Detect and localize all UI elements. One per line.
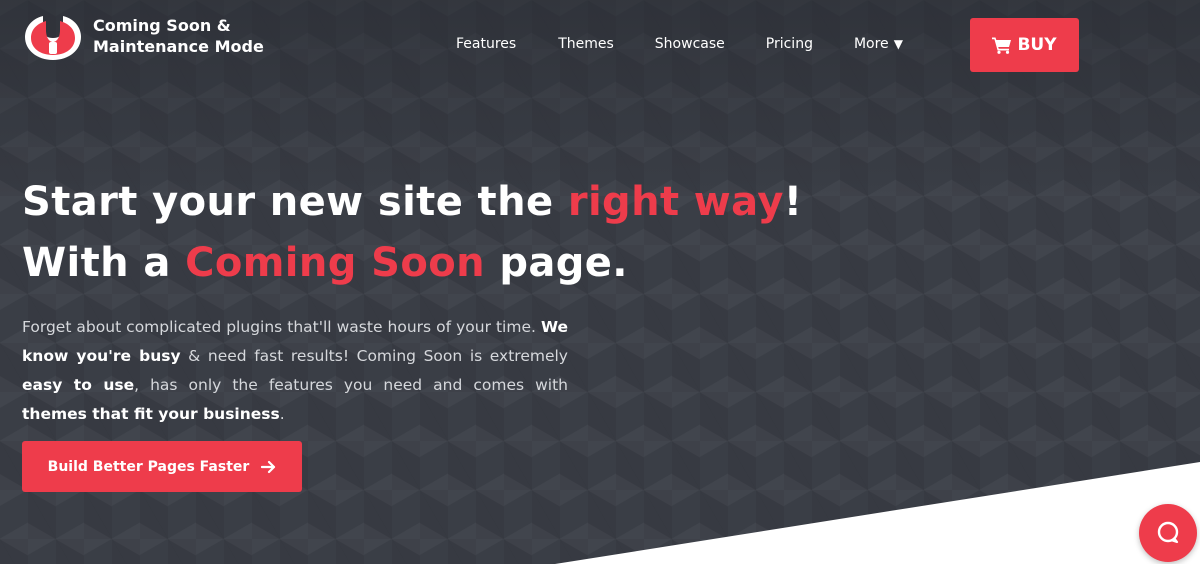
intro-text-3: , has only the features you need and com… xyxy=(134,376,568,394)
intro-text-2: & need fast results! Coming Soon is extr… xyxy=(180,347,568,365)
nav-more-dropdown[interactable]: More ▼ xyxy=(854,34,903,54)
main-nav: Features Themes Showcase Pricing More ▼ xyxy=(456,34,903,54)
headline-line1-end: ! xyxy=(783,179,803,225)
headline-line1: Start your new site the right way! xyxy=(22,179,802,225)
brand-name-line1: Coming Soon & xyxy=(93,16,231,35)
wrench-shield-logo-icon xyxy=(25,16,81,60)
nav-features[interactable]: Features xyxy=(456,34,516,54)
build-better-pages-button[interactable]: Build Better Pages Faster xyxy=(22,441,302,492)
headline-line2: With a Coming Soon page. xyxy=(22,240,628,286)
headline-accent-right-way: right way xyxy=(567,179,784,225)
nav-showcase[interactable]: Showcase xyxy=(655,34,725,54)
nav-themes[interactable]: Themes xyxy=(558,34,614,54)
chat-widget-button[interactable] xyxy=(1139,504,1197,562)
headline-accent-coming-soon: Coming Soon xyxy=(185,240,485,286)
nav-pricing[interactable]: Pricing xyxy=(766,34,813,54)
intro-text-4: . xyxy=(279,405,285,423)
headline-line2-text: With a xyxy=(22,240,186,286)
hero-intro-paragraph: Forget about complicated plugins that'll… xyxy=(22,313,568,429)
chat-bubble-icon xyxy=(1157,521,1179,544)
buy-button[interactable]: BUY xyxy=(970,18,1079,72)
brand-logo-link[interactable]: Coming Soon & Maintenance Mode xyxy=(22,10,283,62)
brand-name: Coming Soon & Maintenance Mode xyxy=(93,15,283,57)
caret-down-icon: ▼ xyxy=(893,37,903,51)
headline-line2-end: page. xyxy=(485,240,628,286)
cart-icon xyxy=(992,37,1012,54)
arrow-right-icon xyxy=(261,460,276,473)
headline-line1-text: Start your new site the xyxy=(22,179,568,225)
hero-headline: Start your new site the right way! With … xyxy=(22,172,802,294)
cta-label: Build Better Pages Faster xyxy=(47,458,250,475)
intro-text-1: Forget about complicated plugins that'll… xyxy=(22,318,541,336)
brand-name-line2: Maintenance Mode xyxy=(93,37,264,56)
intro-bold-themes: themes that fit your business xyxy=(22,405,280,423)
nav-more-label: More xyxy=(853,36,889,52)
intro-bold-easy: easy to use xyxy=(22,376,135,394)
buy-button-label: BUY xyxy=(1017,35,1057,55)
